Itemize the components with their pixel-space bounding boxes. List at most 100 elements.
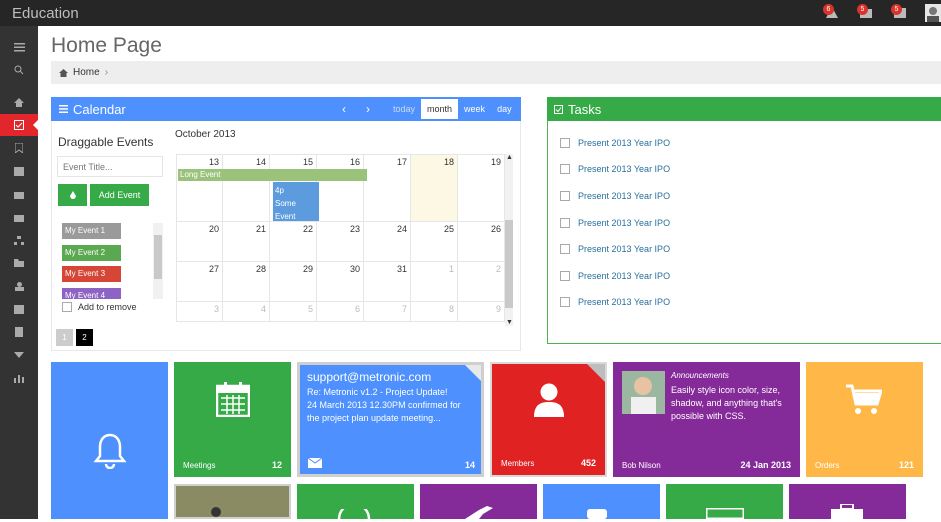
task-checkbox[interactable] [560,218,570,228]
event-title-input[interactable] [57,156,163,177]
sidebar-toggle[interactable] [0,36,38,58]
announce-kicker: Announcements [671,371,729,380]
day-cell[interactable]: 2 [458,262,505,302]
folder-icon [14,259,24,267]
tint-icon [69,191,76,199]
page-2-button[interactable]: 2 [76,329,93,346]
view-today-button[interactable]: today [387,99,421,119]
view-week-button[interactable]: week [458,99,491,119]
draggable-event-2[interactable]: My Event 2 [62,245,121,261]
add-event-button[interactable]: Add Event [90,184,149,206]
sidebar-item-home[interactable] [0,91,38,113]
draggable-event-4[interactable]: My Event 4 [62,288,121,299]
day-cell[interactable]: 18 [411,154,458,222]
sidebar-item-sitemap[interactable] [0,229,38,251]
task-item[interactable]: Present 2013 Year IPO [560,218,670,228]
next-month-button[interactable]: › [366,102,370,116]
task-checkbox[interactable] [560,244,570,254]
task-checkbox[interactable] [560,297,570,307]
day-cell[interactable]: 30 [317,262,364,302]
some-event[interactable]: 4p Some Event [273,182,319,221]
tile-globe[interactable] [297,484,414,519]
task-checkbox[interactable] [560,191,570,201]
day-cell[interactable]: 17 [364,154,411,222]
task-item[interactable]: Present 2013 Year IPO [560,244,670,254]
events-scrollbar[interactable] [153,223,163,299]
sidebar-search[interactable] [0,59,38,81]
day-cell[interactable]: 14 [223,154,270,222]
tile-orders[interactable]: Orders 121 [806,362,923,477]
tile-travel[interactable] [420,484,537,519]
tile-photo[interactable] [174,484,291,519]
sidebar-item-folders[interactable] [0,252,38,274]
prev-month-button[interactable]: ‹ [342,102,346,116]
gift-icon [14,214,24,222]
view-day-button[interactable]: day [491,99,518,119]
check-icon [554,104,563,114]
day-cell[interactable]: 5 [270,302,317,322]
day-cell[interactable]: 29 [270,262,317,302]
task-checkbox[interactable] [560,271,570,281]
breadcrumb-home[interactable]: Home [73,67,100,78]
day-cell[interactable]: 9 [458,302,505,322]
task-item[interactable]: Present 2013 Year IPO [560,191,670,201]
day-cell[interactable]: 22 [270,222,317,262]
day-cell[interactable]: 27 [176,262,223,302]
sidebar-item-tasks[interactable] [0,114,38,136]
page-1-button[interactable]: 1 [56,329,73,346]
day-cell[interactable]: 13 [176,154,223,222]
day-cell[interactable]: 26 [458,222,505,262]
user-avatar[interactable] [925,4,941,22]
day-cell[interactable]: 25 [411,222,458,262]
day-cell[interactable]: 31 [364,262,411,302]
draggable-event-3[interactable]: My Event 3 [62,266,121,282]
announce-author: Bob Nilson [622,461,661,470]
tile-mail[interactable]: support@metronic.com Re: Metronic v1.2 -… [297,362,484,477]
task-checkbox[interactable] [560,138,570,148]
some-event-time: 4p [275,186,284,195]
day-cell[interactable]: 16 [317,154,364,222]
task-item[interactable]: Present 2013 Year IPO [560,138,670,148]
task-item[interactable]: Present 2013 Year IPO [560,297,670,307]
color-picker-button[interactable] [58,184,87,206]
sidebar-item-gifts[interactable] [0,206,38,228]
tile-members[interactable]: Members 452 [490,362,607,477]
task-item[interactable]: Present 2013 Year IPO [560,164,670,174]
sidebar-item-bookmarks[interactable] [0,137,38,159]
meetings-label: Meetings [183,461,216,470]
long-event[interactable]: Long Event [178,169,367,181]
calendar-scrollbar[interactable]: ▲ ▼ [505,154,513,326]
tile-fuel[interactable] [543,484,660,519]
tile-work[interactable] [789,484,906,519]
task-checkbox[interactable] [560,164,570,174]
day-cell[interactable]: 19 [458,154,505,222]
tile-notifications[interactable] [51,362,168,519]
sidebar-item-more[interactable] [0,344,38,366]
tile-meetings[interactable]: Meetings 12 [174,362,291,477]
day-cell[interactable]: 7 [364,302,411,322]
day-cell[interactable]: 24 [364,222,411,262]
task-item[interactable]: Present 2013 Year IPO [560,271,670,281]
day-cell[interactable]: 28 [223,262,270,302]
day-cell[interactable]: 20 [176,222,223,262]
day-cell[interactable]: 1 [411,262,458,302]
day-cell[interactable]: 6 [317,302,364,322]
tile-reports[interactable] [666,484,783,519]
day-cell[interactable]: 8 [411,302,458,322]
view-month-button[interactable]: month [421,99,459,119]
user-icon [534,383,564,417]
day-cell[interactable]: 23 [317,222,364,262]
gas-icon [587,509,607,519]
sidebar-item-charts[interactable] [0,367,38,389]
sidebar-item-grid[interactable] [0,298,38,320]
draggable-event-1[interactable]: My Event 1 [62,223,121,239]
sidebar-item-tables[interactable] [0,160,38,182]
day-cell[interactable]: 3 [176,302,223,322]
day-cell[interactable]: 21 [223,222,270,262]
remove-after-drop-checkbox[interactable] [62,302,72,312]
sidebar-item-docs[interactable] [0,321,38,343]
sidebar-item-briefcase[interactable] [0,183,38,205]
sidebar-item-user[interactable] [0,275,38,297]
tile-announcements[interactable]: Announcements Easily style icon color, s… [613,362,800,477]
day-cell[interactable]: 4 [223,302,270,322]
